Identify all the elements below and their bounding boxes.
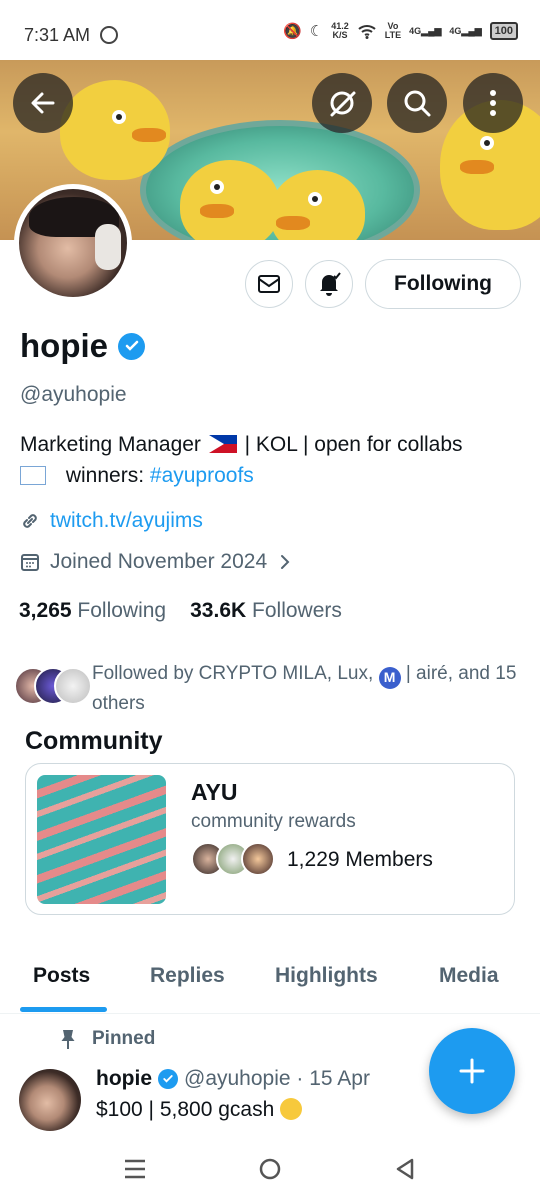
- lte-label: LTE: [384, 30, 402, 40]
- chevron-right-icon: [281, 555, 290, 569]
- community-image: [37, 775, 166, 904]
- post-body[interactable]: $100 | 5,800 gcash: [96, 1098, 303, 1122]
- post-author-avatar[interactable]: [19, 1069, 81, 1131]
- mute-notifications-icon: 🔕: [283, 23, 302, 40]
- followers-count: 33.6K: [190, 599, 247, 622]
- avatar: [54, 667, 92, 705]
- pinned-label: Pinned: [92, 1028, 156, 1049]
- plus-icon: [459, 1058, 485, 1084]
- bio-text-2: | KOL | open for collabs: [244, 433, 463, 456]
- followed-by-avatars: [14, 667, 94, 705]
- battery-indicator: 100: [489, 22, 518, 40]
- profile-name-row: hopie: [20, 327, 145, 365]
- followed-by-text-1: Followed by CRYPTO MILA, Lux,: [92, 663, 374, 684]
- community-members-row: 1,229 Members: [191, 842, 433, 878]
- post-meta: @ayuhopie · 15 Apr: [184, 1067, 370, 1090]
- triangle-back-icon: [396, 1158, 414, 1180]
- philippines-flag-icon: [208, 435, 237, 453]
- community-name: AYU: [191, 779, 238, 805]
- android-nav-bar: [0, 1140, 540, 1200]
- status-icons: 🔕 ☾ 41.2 K/S Vo LTE 4G▂▄▆ 4G▂▄▆ 100: [283, 22, 518, 40]
- home-button[interactable]: [255, 1154, 285, 1184]
- menu-lines-icon: [125, 1159, 145, 1179]
- network-speed: 41.2 K/S: [331, 22, 349, 40]
- bell-check-icon: [320, 272, 341, 296]
- community-member-avatars: [191, 842, 277, 878]
- more-vertical-icon: [490, 90, 496, 116]
- followed-by-row[interactable]: Followed by CRYPTO MILA, Lux, M | airé, …: [14, 659, 529, 719]
- profile-bio: Marketing Manager | KOL | open for colla…: [20, 429, 525, 491]
- net-type-1: 4G: [409, 25, 422, 36]
- mail-icon: [258, 275, 280, 293]
- following-count: 3,265: [19, 599, 72, 622]
- banner-duck-art: [180, 160, 280, 240]
- signal-sim2: 4G▂▄▆: [449, 25, 482, 36]
- profile-name: hopie: [20, 327, 108, 364]
- joined-date: Joined November 2024: [50, 550, 268, 573]
- following-label: Following: [77, 599, 167, 622]
- joined-row[interactable]: Joined November 2024: [20, 550, 293, 574]
- verified-badge-icon[interactable]: [118, 332, 145, 360]
- envelope-emoji-icon: [20, 466, 46, 485]
- pin-icon: [61, 1030, 75, 1049]
- search-button[interactable]: [387, 73, 447, 133]
- network-speed-unit: K/S: [332, 30, 348, 40]
- profile-tabs: Posts Replies Highlights Media: [0, 950, 540, 1014]
- volte-indicator: Vo LTE: [385, 22, 401, 40]
- avatar-headphone-art: [95, 224, 121, 270]
- arrow-left-icon: [31, 92, 55, 114]
- back-button[interactable]: [13, 73, 73, 133]
- profile-link-row: twitch.tv/ayujims: [20, 509, 203, 533]
- following-stat[interactable]: 3,265 Following: [19, 599, 166, 623]
- message-button[interactable]: [245, 260, 293, 308]
- calendar-icon: [21, 554, 39, 571]
- tab-replies[interactable]: Replies: [150, 964, 225, 988]
- followers-label: Followers: [252, 599, 342, 622]
- post-header: hopie @ayuhopie · 15 Apr: [96, 1067, 370, 1091]
- pinned-label-row: Pinned: [60, 1028, 155, 1050]
- profile-handle: @ayuhopie: [20, 383, 127, 406]
- community-members-count: 1,229 Members: [287, 848, 433, 871]
- party-face-emoji-icon: [280, 1098, 303, 1120]
- tab-media[interactable]: Media: [439, 964, 499, 988]
- status-time: 7:31 AM: [24, 25, 91, 45]
- grok-button[interactable]: [312, 73, 372, 133]
- follow-stats: 3,265 Following 33.6K Followers: [19, 599, 342, 623]
- more-options-button[interactable]: [463, 73, 523, 133]
- post-author-name[interactable]: hopie: [96, 1067, 152, 1091]
- profile-website-link[interactable]: twitch.tv/ayujims: [50, 509, 203, 533]
- grok-icon: [330, 91, 356, 117]
- notifications-button[interactable]: [305, 260, 353, 308]
- community-section-title: Community: [25, 727, 163, 755]
- compose-post-button[interactable]: [429, 1028, 515, 1114]
- following-button[interactable]: Following: [365, 259, 521, 309]
- net-type-2: 4G: [449, 25, 462, 36]
- avatar: [241, 842, 275, 876]
- profile-avatar[interactable]: [14, 184, 132, 302]
- back-nav-button[interactable]: [390, 1154, 420, 1184]
- bio-hashtag-link[interactable]: #ayuproofs: [150, 464, 254, 487]
- bio-text-3: winners:: [65, 464, 145, 487]
- circle-home-icon: [259, 1158, 281, 1180]
- wifi-icon: [358, 25, 376, 39]
- bio-text-1: Marketing Manager: [20, 433, 201, 456]
- messenger-icon: [100, 26, 118, 44]
- followed-by-text: Followed by CRYPTO MILA, Lux, M | airé, …: [92, 659, 527, 718]
- community-subtitle: community rewards: [191, 811, 356, 832]
- tab-highlights[interactable]: Highlights: [275, 964, 378, 988]
- banner-duck-art: [60, 80, 170, 180]
- community-card[interactable]: AYU community rewards 1,229 Members: [25, 763, 515, 915]
- post-text: $100 | 5,800 gcash: [96, 1098, 275, 1121]
- active-tab-indicator: [20, 1007, 107, 1012]
- followers-stat[interactable]: 33.6K Followers: [190, 599, 342, 623]
- search-icon: [404, 90, 431, 117]
- recents-button[interactable]: [120, 1154, 150, 1184]
- link-icon: [23, 514, 37, 528]
- status-bar: 7:31 AM 🔕 ☾ 41.2 K/S Vo LTE 4G▂▄▆ 4G▂▄▆ …: [0, 0, 540, 64]
- tab-posts[interactable]: Posts: [33, 964, 90, 988]
- signal-sim1: 4G▂▄▆: [409, 25, 442, 36]
- do-not-disturb-moon-icon: ☾: [309, 23, 324, 40]
- verified-badge-icon: [158, 1069, 178, 1089]
- m-badge-icon: M: [378, 666, 401, 689]
